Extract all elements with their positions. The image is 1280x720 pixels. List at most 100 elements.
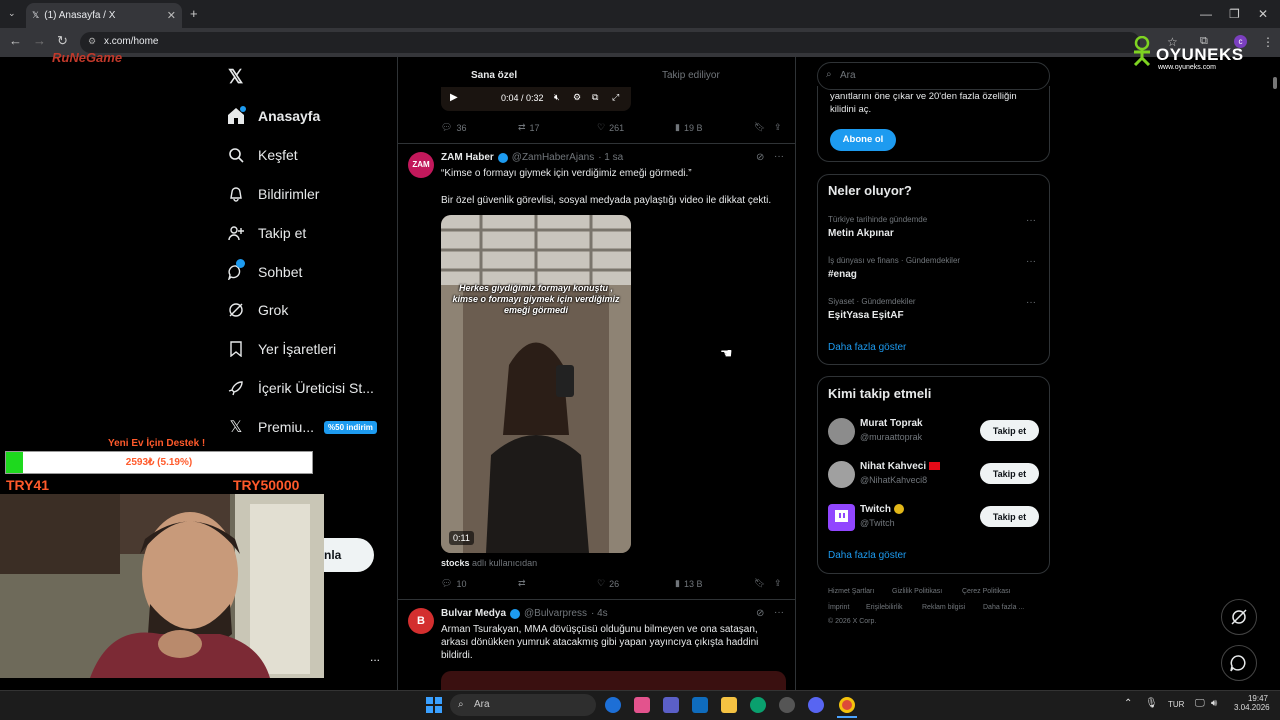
like-button[interactable]: ♡ 26 [597,578,619,589]
repost-button[interactable]: ⇄ [518,578,526,589]
microphone-icon[interactable]: 🎙︎ [1145,698,1158,709]
pip-icon[interactable]: ⧉ [592,92,598,103]
trends-show-more[interactable]: Daha fazla göster [828,342,906,353]
avatar[interactable]: ZAM [408,152,434,178]
reload-button[interactable]: ↻ [57,33,68,49]
views-button[interactable]: ▮ 13 B [675,578,702,589]
views-button[interactable]: ▮ 19 B [675,122,702,133]
tweet-time[interactable]: · 1 sa [598,152,623,163]
tab-for-you[interactable]: Sana özel [471,70,517,81]
browser-tab[interactable]: 𝕏 (1) Anasayfa / X ✕ [26,3,182,28]
subscribe-button[interactable]: Abone ol [830,129,896,151]
discord-icon[interactable] [808,697,824,713]
author-handle[interactable]: @Bulvarpress [524,608,587,619]
new-tab-button[interactable]: + [190,6,198,21]
mute-icon[interactable]: 🔇︎ [554,92,560,103]
taskbar-search[interactable]: ⌕ Ara [450,694,596,716]
volume-icon[interactable]: 🔊︎ [1211,698,1217,709]
footer-link[interactable]: Daha fazla ... [983,604,1024,611]
footer-link[interactable]: Çerez Politikası [962,588,1011,595]
prev-video-controls[interactable]: ▶ 0:04 / 0:32 🔇︎ ⚙ ⧉ ⤢ [441,87,631,111]
trend-more-icon[interactable]: ··· [1026,256,1036,267]
tweet-video[interactable]: Herkes giydiğimiz formayı konuştu , kims… [441,215,631,553]
like-button[interactable]: ♡ 261 [597,122,624,133]
tab-search-button[interactable]: ⌄ [8,8,16,19]
browser-menu-icon[interactable]: ⋮ [1262,35,1274,49]
scrollbar-thumb[interactable] [1273,77,1277,89]
avatar[interactable] [828,461,855,488]
nav-item-follow[interactable]: Takip et [226,221,306,245]
footer-link[interactable]: Gizlilik Politikası [892,588,942,595]
nav-item-premium[interactable]: 𝕏 Premiu... %50 indirim [226,415,377,439]
tweet-media[interactable] [441,671,786,690]
maximize-button[interactable]: ❐ [1229,7,1240,21]
x-logo[interactable]: 𝕏 [228,66,243,89]
follow-button[interactable]: Takip et [980,463,1039,484]
forward-button[interactable]: → [33,33,46,48]
teams-icon[interactable] [663,697,679,713]
store-icon[interactable] [692,697,708,713]
source-user[interactable]: stocks [441,558,470,568]
reply-button[interactable]: 💬︎ 10 [441,578,466,589]
nav-item-notifications[interactable]: Bildirimler [226,182,319,206]
follow-button[interactable]: Takip et [980,506,1039,527]
follow-button[interactable]: Takip et [980,420,1039,441]
footer-link[interactable]: İmprint [828,604,849,611]
repost-button[interactable]: ⇄ 17 [518,122,540,133]
trend-name[interactable]: EşitYasa EşitAF [828,310,904,321]
play-icon[interactable]: ▶ [450,92,458,103]
author-name[interactable]: Bulvar Medya [441,608,506,619]
nav-item-bookmarks[interactable]: Yer İşaretleri [226,337,336,361]
user-name[interactable]: Nihat Kahveci [860,461,940,472]
tray-chevron-icon[interactable]: ⌃ [1124,698,1132,709]
author-handle[interactable]: @ZamHaberAjans [512,152,594,163]
tab-following[interactable]: Takip ediliyor [662,70,720,81]
trend-more-icon[interactable]: ··· [1026,215,1036,226]
address-bar[interactable]: ⚙ x.com/home [80,32,1140,53]
reply-button[interactable]: 💬︎ 36 [441,122,466,133]
trend-name[interactable]: #enag [828,269,857,280]
nav-item-home[interactable]: Anasayfa [226,104,320,128]
share-button[interactable]: ⇪ [774,122,782,133]
edge-icon[interactable] [605,697,621,713]
chrome-icon[interactable] [839,697,855,713]
back-button[interactable]: ← [9,33,22,48]
network-icon[interactable]: 🖵︎ [1195,698,1205,709]
taskbar-clock[interactable]: 19:47 3.04.2026 [1234,694,1270,712]
footer-link[interactable]: Reklam bilgisi [922,604,965,611]
nav-item-chat[interactable]: Sohbet [226,259,302,284]
avatar[interactable]: B [408,608,434,634]
scrollbar[interactable] [1270,57,1280,690]
tab-close-icon[interactable]: ✕ [167,9,176,22]
fullscreen-icon[interactable]: ⤢ [612,92,619,103]
edge-dev-icon[interactable] [750,697,766,713]
account-more-icon[interactable]: ... [370,650,380,664]
windows-start-icon[interactable] [426,697,442,713]
nav-item-creator-studio[interactable]: İçerik Üreticisi St... [226,376,374,400]
more-icon[interactable]: ··· [774,151,784,162]
footer-link[interactable]: Erişilebilirlik [866,604,903,611]
steam-icon[interactable] [779,697,795,713]
tweet-time[interactable]: · 4s [591,608,608,619]
grok-icon[interactable]: ⊘ [756,608,764,619]
trend-more-icon[interactable]: ··· [1026,297,1036,308]
settings-icon[interactable]: ⚙ [573,92,581,103]
user-name[interactable]: Twitch [860,504,904,515]
grok-float-button[interactable] [1221,599,1257,635]
nav-item-explore[interactable]: Keşfet [226,143,298,167]
grok-icon[interactable]: ⊘ [756,152,764,163]
trend-name[interactable]: Metin Akpınar [828,228,894,239]
share-button[interactable]: ⇪ [774,578,782,589]
language-indicator[interactable]: TUR [1168,700,1184,709]
author-name[interactable]: ZAM Haber [441,152,494,163]
footer-link[interactable]: Hizmet Şartları [828,588,874,595]
bookmark-button[interactable]: 🔖︎ [754,578,765,589]
nav-item-grok[interactable]: Grok [226,298,288,322]
user-name[interactable]: Murat Toprak [860,418,923,429]
bookmark-button[interactable]: 🔖︎ [754,122,765,133]
file-explorer-icon[interactable] [721,697,737,713]
minimize-button[interactable]: — [1200,7,1212,21]
who-show-more[interactable]: Daha fazla göster [828,550,906,561]
site-info-icon[interactable]: ⚙ [88,36,96,47]
window-close-button[interactable]: ✕ [1258,7,1268,21]
